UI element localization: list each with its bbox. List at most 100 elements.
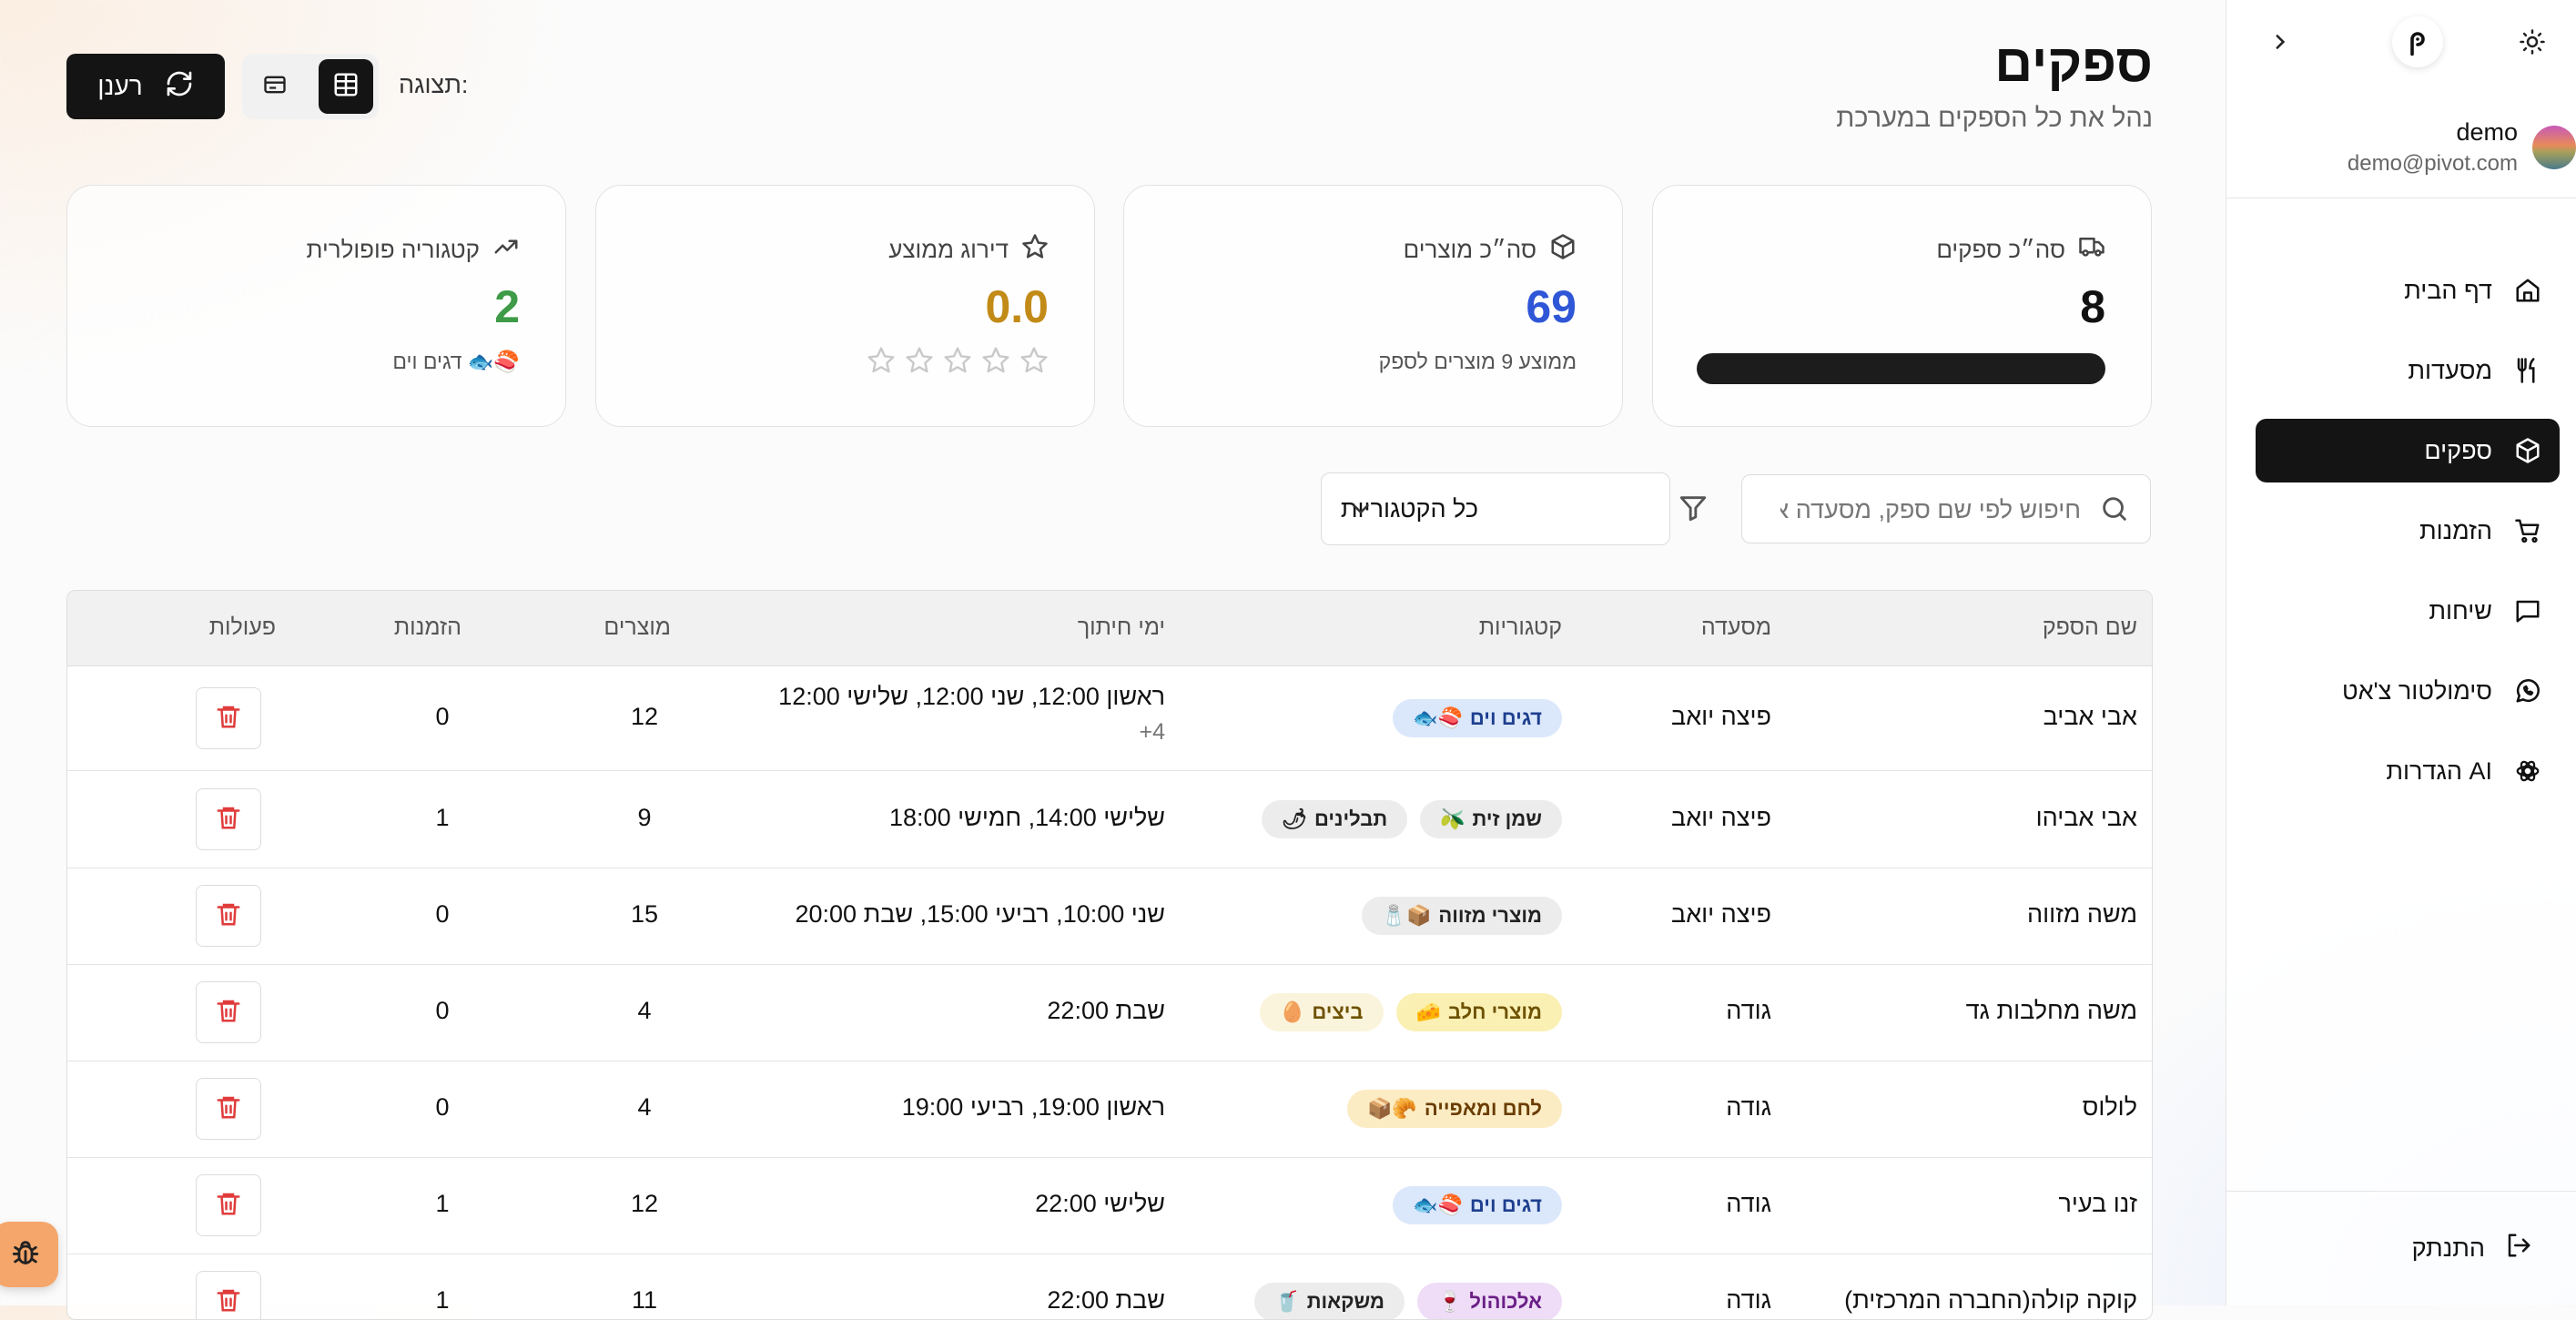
cutoff-days: שבת 22:00 xyxy=(1047,1286,1165,1314)
olive-emoji-icon: 🫒 xyxy=(1440,807,1465,830)
category-badge: לחם ומאפייה 📦🥐 xyxy=(1347,1090,1562,1128)
badge-label: מוצרי חלב xyxy=(1447,1000,1542,1023)
collapse-sidebar-chevron-icon[interactable] xyxy=(2261,24,2297,60)
th-categories[interactable]: קטגוריות xyxy=(1479,614,1562,641)
trending-up-icon xyxy=(492,233,520,267)
debug-bug-button[interactable] xyxy=(0,1222,58,1287)
sidebar-item-chat-simulator[interactable]: סימולטור צ'אט xyxy=(2256,659,2560,723)
products-count: 9 xyxy=(637,804,652,831)
sidebar-item-orders[interactable]: הזמנות xyxy=(2256,499,2560,563)
refresh-button[interactable]: רענן xyxy=(66,54,225,119)
cutoff-days: שלישי 22:00 xyxy=(1035,1190,1165,1217)
utensils-icon xyxy=(2512,355,2543,386)
category-badge: מוצרי חלב 🧀 xyxy=(1395,993,1562,1031)
stat-card-header: סה״כ מוצרים xyxy=(1404,233,1577,267)
suppliers-table: שם הספק מסעדה קטגוריות ימי חיתוך מוצרים … xyxy=(66,590,2153,1320)
category-badge: ביצים 🥚 xyxy=(1259,993,1384,1031)
delete-button[interactable] xyxy=(196,981,261,1043)
table-row[interactable]: קוקה קולה(החברה המרכזית) גודה אלכוהול 🍷 מ… xyxy=(67,1254,2152,1319)
th-orders[interactable]: הזמנות xyxy=(394,614,461,641)
orders-count: 0 xyxy=(435,1093,450,1121)
table-row[interactable]: זנו בעיר גודה דגים וים 🐟🍣 שלישי 22:00 12 … xyxy=(67,1157,2152,1254)
stat-card-rating: דירוג ממוצע 0.0 xyxy=(595,185,1095,427)
star-icon xyxy=(1021,233,1049,267)
restaurant-name: גודה xyxy=(1726,997,1771,1024)
sidebar-item-label: סימולטור צ'אט xyxy=(2341,676,2492,705)
stat-card-header: קטגוריה פופולרית xyxy=(307,233,520,267)
stat-value: 2 xyxy=(494,281,520,332)
table-row[interactable]: משה מזווה פיצה יואב מוצרי מזווה 🧂📦 שני 10… xyxy=(67,868,2152,965)
logout-button[interactable]: התנתק xyxy=(2412,1232,2532,1265)
logout-section: התנתק xyxy=(2226,1191,2576,1305)
orders-count: 0 xyxy=(435,997,450,1024)
wine-emoji-icon: 🍷 xyxy=(1436,1290,1463,1313)
delete-button[interactable] xyxy=(196,1078,261,1140)
avatar xyxy=(2532,126,2576,169)
sidebar-item-conversations[interactable]: שיחות xyxy=(2256,579,2560,643)
fish-sushi-emoji-icon: 🐟🍣 xyxy=(1413,706,1463,729)
cutoff-days: שני 10:00, רביעי 15:00, שבת 20:00 xyxy=(795,900,1165,928)
user-profile[interactable]: demo demo@pivot.com xyxy=(2226,111,2576,198)
filter-icon xyxy=(1678,492,1709,528)
card-view-icon xyxy=(262,72,288,102)
delete-button[interactable] xyxy=(196,885,261,947)
star-empty-icon xyxy=(943,346,972,380)
supplier-name: אבי אביהו xyxy=(2035,804,2137,831)
th-restaurant[interactable]: מסעדה xyxy=(1701,614,1771,641)
sidebar-item-label: ספקים xyxy=(2424,436,2492,464)
category-badge: שמן זית 🫒 xyxy=(1420,800,1562,838)
sidebar-item-home[interactable]: דף הבית xyxy=(2256,259,2560,322)
stat-label: סה״כ ספקים xyxy=(1936,236,2065,263)
delete-button[interactable] xyxy=(196,1271,261,1319)
supplier-name: קוקה קולה(החברה המרכזית) xyxy=(1844,1286,2137,1314)
sidebar-item-label: מסעדות xyxy=(2408,356,2492,384)
table-row[interactable]: לולוס גודה לחם ומאפייה 📦🥐 ראשון 19:00, רב… xyxy=(67,1061,2152,1158)
restaurant-name: גודה xyxy=(1726,1286,1771,1314)
bread-box-emoji-icon: 📦🥐 xyxy=(1367,1097,1417,1120)
badge-label: דגים וים xyxy=(1469,1193,1542,1216)
sidebar-item-restaurants[interactable]: מסעדות xyxy=(2256,339,2560,402)
badge-label: לחם ומאפייה xyxy=(1424,1097,1542,1120)
sidebar-item-ai-settings[interactable]: הגדרות AI xyxy=(2256,739,2560,803)
category-badges: דגים וים 🐟🍣 xyxy=(1393,699,1562,737)
orders-count: 1 xyxy=(435,1286,450,1314)
fish-sushi-emoji-icon: 🐟🍣 xyxy=(1413,1193,1463,1216)
delete-button[interactable] xyxy=(196,687,261,749)
delete-button[interactable] xyxy=(196,1174,261,1236)
table-view-button[interactable] xyxy=(319,59,373,114)
table-row[interactable]: אבי אביב פיצה יואב דגים וים 🐟🍣 ראשון 12:0… xyxy=(67,666,2152,771)
truck-icon xyxy=(2078,233,2105,267)
drink-emoji-icon: 🥤 xyxy=(1274,1290,1300,1313)
search-box xyxy=(1741,474,2151,544)
th-products[interactable]: מוצרים xyxy=(603,614,671,641)
card-view-button[interactable] xyxy=(248,59,302,114)
table-header: שם הספק מסעדה קטגוריות ימי חיתוך מוצרים … xyxy=(67,591,2152,666)
home-icon xyxy=(2512,275,2543,306)
user-email: demo@pivot.com xyxy=(2347,151,2518,176)
orders-count: 0 xyxy=(435,703,450,730)
more-days-count[interactable]: +4 xyxy=(1139,719,1165,746)
restaurant-name: גודה xyxy=(1726,1190,1771,1217)
orders-count: 0 xyxy=(435,900,450,928)
th-name[interactable]: שם הספק xyxy=(2043,614,2137,641)
fish-sushi-emoji-icon: 🐟🍣 xyxy=(467,350,520,373)
sidebar-item-suppliers[interactable]: ספקים xyxy=(2256,419,2560,482)
sidebar-item-label: הזמנות xyxy=(2419,516,2492,544)
category-select[interactable]: כל הקטגוריות xyxy=(1321,472,1670,545)
cutoff-days: ראשון 12:00, שני 12:00, שלישי 12:00 xyxy=(778,683,1165,710)
search-input[interactable] xyxy=(1779,475,2083,544)
sidebar-item-label: דף הבית xyxy=(2404,276,2492,304)
orders-count: 1 xyxy=(435,804,450,831)
theme-toggle-sun-icon[interactable] xyxy=(2514,24,2551,60)
table-view-icon xyxy=(332,71,360,103)
th-days[interactable]: ימי חיתוך xyxy=(1078,614,1165,641)
suppliers-progress-bar xyxy=(1697,353,2105,384)
category-badges: מוצרי חלב 🧀 ביצים 🥚 xyxy=(1259,993,1562,1031)
table-row[interactable]: אבי אביהו פיצה יואב שמן זית 🫒 תבלינים 🌶 של… xyxy=(67,771,2152,868)
delete-button[interactable] xyxy=(196,788,261,850)
trash-icon xyxy=(215,900,242,932)
table-row[interactable]: משה מחלבות גד גודה מוצרי חלב 🧀 ביצים 🥚 שבת… xyxy=(67,964,2152,1061)
stat-sub-popular: דגים וים 🐟🍣 xyxy=(392,350,520,374)
badge-label: ביצים xyxy=(1312,1000,1364,1023)
sidebar-item-label: הגדרות AI xyxy=(2386,756,2492,785)
